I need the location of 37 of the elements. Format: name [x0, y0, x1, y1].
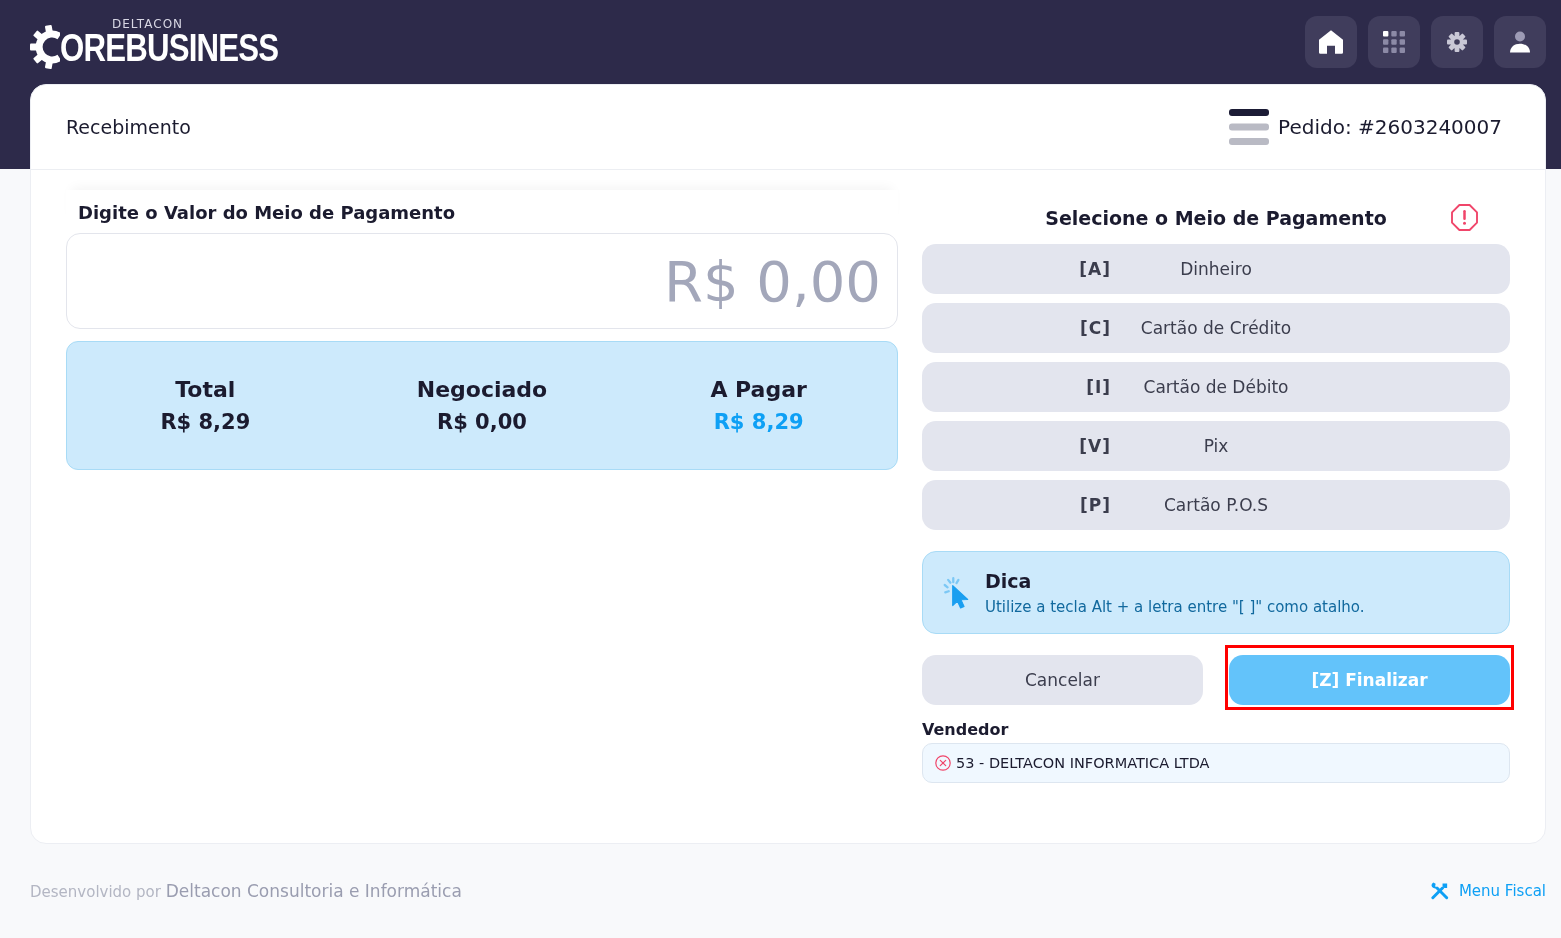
page-title: Recebimento [66, 116, 191, 138]
payment-option-button[interactable]: [P] Cartão P.O.S [922, 480, 1510, 530]
clear-icon [935, 755, 951, 771]
payment-option-button[interactable]: [I] Cartão de Débito [922, 362, 1510, 412]
tools-icon [1430, 882, 1449, 900]
cancel-button[interactable]: Cancelar [922, 655, 1203, 705]
summary-value: R$ 8,29 [160, 410, 251, 434]
summary-value: R$ 8,29 [713, 410, 804, 434]
seller-field[interactable]: 53 - DELTACON INFORMATICA LTDA [922, 743, 1510, 783]
summary-label: A Pagar [710, 377, 807, 402]
logo-tagline: DELTACON [112, 18, 184, 30]
order-number: Pedido: #2603240007 [1278, 115, 1502, 139]
amount-field[interactable]: R$ 0,00 [66, 233, 898, 329]
summary-value: R$ 0,00 [437, 410, 527, 434]
home-icon [1319, 30, 1343, 54]
payment-option-button[interactable]: [C] Cartão de Crédito [922, 303, 1510, 353]
logo-gear-icon [30, 23, 60, 71]
footer-credit: Desenvolvido por Deltacon Consultoria e Informática [30, 881, 462, 901]
settings-icon [1447, 32, 1467, 52]
grid-icon [1383, 31, 1405, 53]
payment-option-button[interactable]: [V] Pix [922, 421, 1510, 471]
payment-option-button[interactable]: [A] Dinheiro [922, 244, 1510, 294]
home-button[interactable] [1305, 16, 1357, 68]
section-title: Digite o Valor do Meio de Pagamento [66, 190, 898, 229]
apps-button[interactable] [1368, 16, 1420, 68]
user-icon [1510, 31, 1530, 53]
section-title: Selecione o Meio de Pagamento [1045, 206, 1387, 229]
summary-label: Negociado [416, 377, 548, 402]
warning-icon [1451, 203, 1478, 231]
tip-text: Utilize a tecla Alt + a letra entre "[ ]" como atalho. [985, 597, 1365, 616]
summary-label: Total [175, 377, 236, 402]
stacked-bars-icon [1229, 109, 1270, 145]
profile-button[interactable] [1494, 16, 1546, 68]
logo-wordmark: OREBUSINESS [60, 30, 279, 66]
seller-label: Vendedor [922, 720, 1009, 739]
tip-title: Dica [985, 569, 1032, 592]
settings-button[interactable] [1431, 16, 1483, 68]
